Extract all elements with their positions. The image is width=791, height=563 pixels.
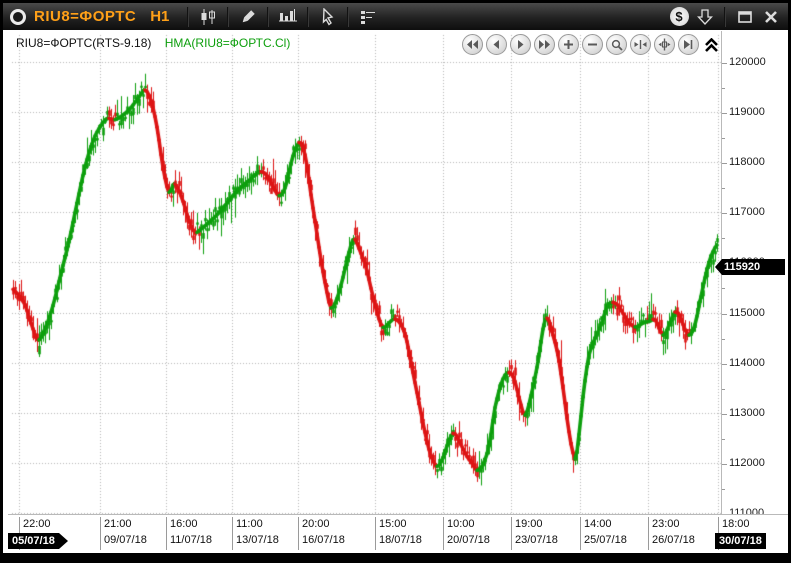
- time-axis-time-label: 15:00: [379, 518, 407, 530]
- price-axis-tick: [722, 489, 725, 490]
- chart-nav-toolbar: [459, 34, 718, 55]
- time-axis-time-label: 21:00: [104, 518, 132, 530]
- price-axis-tick: [722, 138, 725, 139]
- cursor-button[interactable]: [315, 6, 341, 28]
- time-axis-date-label: 11/07/18: [170, 534, 212, 546]
- go-to-end-button[interactable]: [678, 34, 699, 55]
- price-axis-label: 117000: [729, 206, 765, 218]
- legend-indicator-label: HMA(RIU8=ФОРТС.Cl): [165, 36, 291, 50]
- price-axis-label: 115000: [729, 307, 765, 319]
- pencil-button[interactable]: [235, 6, 261, 28]
- price-chart-canvas[interactable]: [8, 31, 722, 514]
- price-axis-tick: [722, 238, 725, 239]
- time-axis-time-label: 19:00: [515, 518, 543, 530]
- price-axis-label: 112000: [729, 457, 765, 469]
- last-date-tag: 30/07/18: [715, 533, 766, 549]
- app-logo-icon: [10, 9, 26, 25]
- time-axis-date-label: 20/07/18: [447, 534, 490, 546]
- time-axis-tick: [580, 517, 581, 550]
- time-axis-date-label: 13/07/18: [236, 534, 279, 546]
- time-axis-tick: [100, 517, 101, 550]
- collapse-toolbar-icon[interactable]: [705, 38, 718, 52]
- price-axis[interactable]: 1200001190001180001170001160001150001140…: [721, 31, 788, 514]
- legend-symbol-label: RIU8=ФОРТС(RTS-9.18): [16, 36, 151, 50]
- volume-chart-button[interactable]: [275, 6, 301, 28]
- price-axis-tick: [722, 288, 725, 289]
- scroll-left-button[interactable]: [486, 34, 507, 55]
- toolbar-separator: [347, 7, 349, 27]
- candle-width-button[interactable]: [654, 34, 675, 55]
- time-axis-date-label: 16/07/18: [302, 534, 345, 546]
- time-axis-tick: [232, 517, 233, 550]
- price-axis-label: 119000: [729, 106, 765, 118]
- toolbar-separator: [227, 7, 229, 27]
- price-axis-tick: [722, 389, 725, 390]
- timeframe-label: H1: [150, 8, 169, 25]
- candlestick-chart-button[interactable]: [195, 6, 221, 28]
- title-bar[interactable]: RIU8=ФОРТС H1 $: [3, 3, 788, 30]
- current-price-value: 115920: [724, 261, 760, 273]
- magnifier-button[interactable]: [606, 34, 627, 55]
- time-axis-tick: [443, 517, 444, 550]
- price-axis-tick: [722, 213, 727, 214]
- compress-horizontal-button[interactable]: [630, 34, 651, 55]
- price-axis-label: 113000: [729, 407, 765, 419]
- price-axis-tick: [722, 88, 725, 89]
- price-axis-label: 118000: [729, 156, 765, 168]
- zoom-in-button[interactable]: [558, 34, 579, 55]
- toolbar-separator: [307, 7, 309, 27]
- price-axis-tick: [722, 113, 727, 114]
- scroll-fast-right-button[interactable]: [534, 34, 555, 55]
- time-axis-date-label: 18/07/18: [379, 534, 422, 546]
- time-axis-date-label: 23/07/18: [515, 534, 558, 546]
- time-axis-tick: [166, 517, 167, 550]
- price-axis-tick: [722, 63, 727, 64]
- scroll-right-button[interactable]: [510, 34, 531, 55]
- toolbar-separator: [724, 7, 726, 27]
- price-axis-label: 120000: [729, 56, 766, 68]
- window-frame: RIU8=ФОРТС H1 $ RIU8=ФОРТС(RTS-9.18) HMA…: [0, 0, 791, 563]
- time-axis-time-label: 10:00: [447, 518, 475, 530]
- price-axis-tick: [722, 364, 727, 365]
- time-axis-date-label: 26/07/18: [652, 534, 695, 546]
- time-axis-time-label: 16:00: [170, 518, 198, 530]
- time-axis-tick: [298, 517, 299, 550]
- price-axis-tick: [722, 163, 727, 164]
- time-axis-tick: [648, 517, 649, 550]
- close-button[interactable]: [758, 6, 784, 28]
- toolbar-separator: [267, 7, 269, 27]
- time-axis-time-label: 18:00: [722, 518, 750, 530]
- time-axis-time-label: 22:00: [23, 518, 51, 530]
- time-axis-date-label: 09/07/18: [104, 534, 147, 546]
- price-axis-tick: [722, 339, 725, 340]
- price-axis-tick: [722, 439, 725, 440]
- chart-legend: RIU8=ФОРТС(RTS-9.18) HMA(RIU8=ФОРТС.Cl): [16, 36, 290, 50]
- scroll-fast-left-button[interactable]: [462, 34, 483, 55]
- price-axis-tick: [722, 464, 727, 465]
- current-price-tag: 115920: [715, 259, 785, 275]
- time-axis-time-label: 23:00: [652, 518, 680, 530]
- time-axis-time-label: 20:00: [302, 518, 330, 530]
- price-axis-tick: [722, 414, 727, 415]
- indicators-button[interactable]: [355, 6, 381, 28]
- toolbar-separator: [187, 7, 189, 27]
- price-axis-tick: [722, 188, 725, 189]
- time-axis-tick: [511, 517, 512, 550]
- zoom-out-button[interactable]: [582, 34, 603, 55]
- time-axis[interactable]: 22:00 05/07/18 21:00 09/07/18 16:00 11/07/18 1…: [8, 514, 788, 553]
- time-axis-time-label: 11:00: [236, 518, 263, 530]
- download-arrow-button[interactable]: [692, 6, 718, 28]
- dollar-button[interactable]: $: [666, 6, 692, 28]
- time-axis-time-label: 14:00: [584, 518, 612, 530]
- chart-panel: RIU8=ФОРТС(RTS-9.18) HMA(RIU8=ФОРТС.Cl) …: [3, 30, 788, 553]
- time-axis-date-label: 25/07/18: [584, 534, 627, 546]
- window-title-symbol: RIU8=ФОРТС: [34, 8, 136, 25]
- price-axis-label: 114000: [729, 357, 765, 369]
- restore-button[interactable]: [732, 6, 758, 28]
- time-axis-tick: [375, 517, 376, 550]
- price-axis-tick: [722, 314, 727, 315]
- first-date-tag: 05/07/18: [8, 533, 68, 549]
